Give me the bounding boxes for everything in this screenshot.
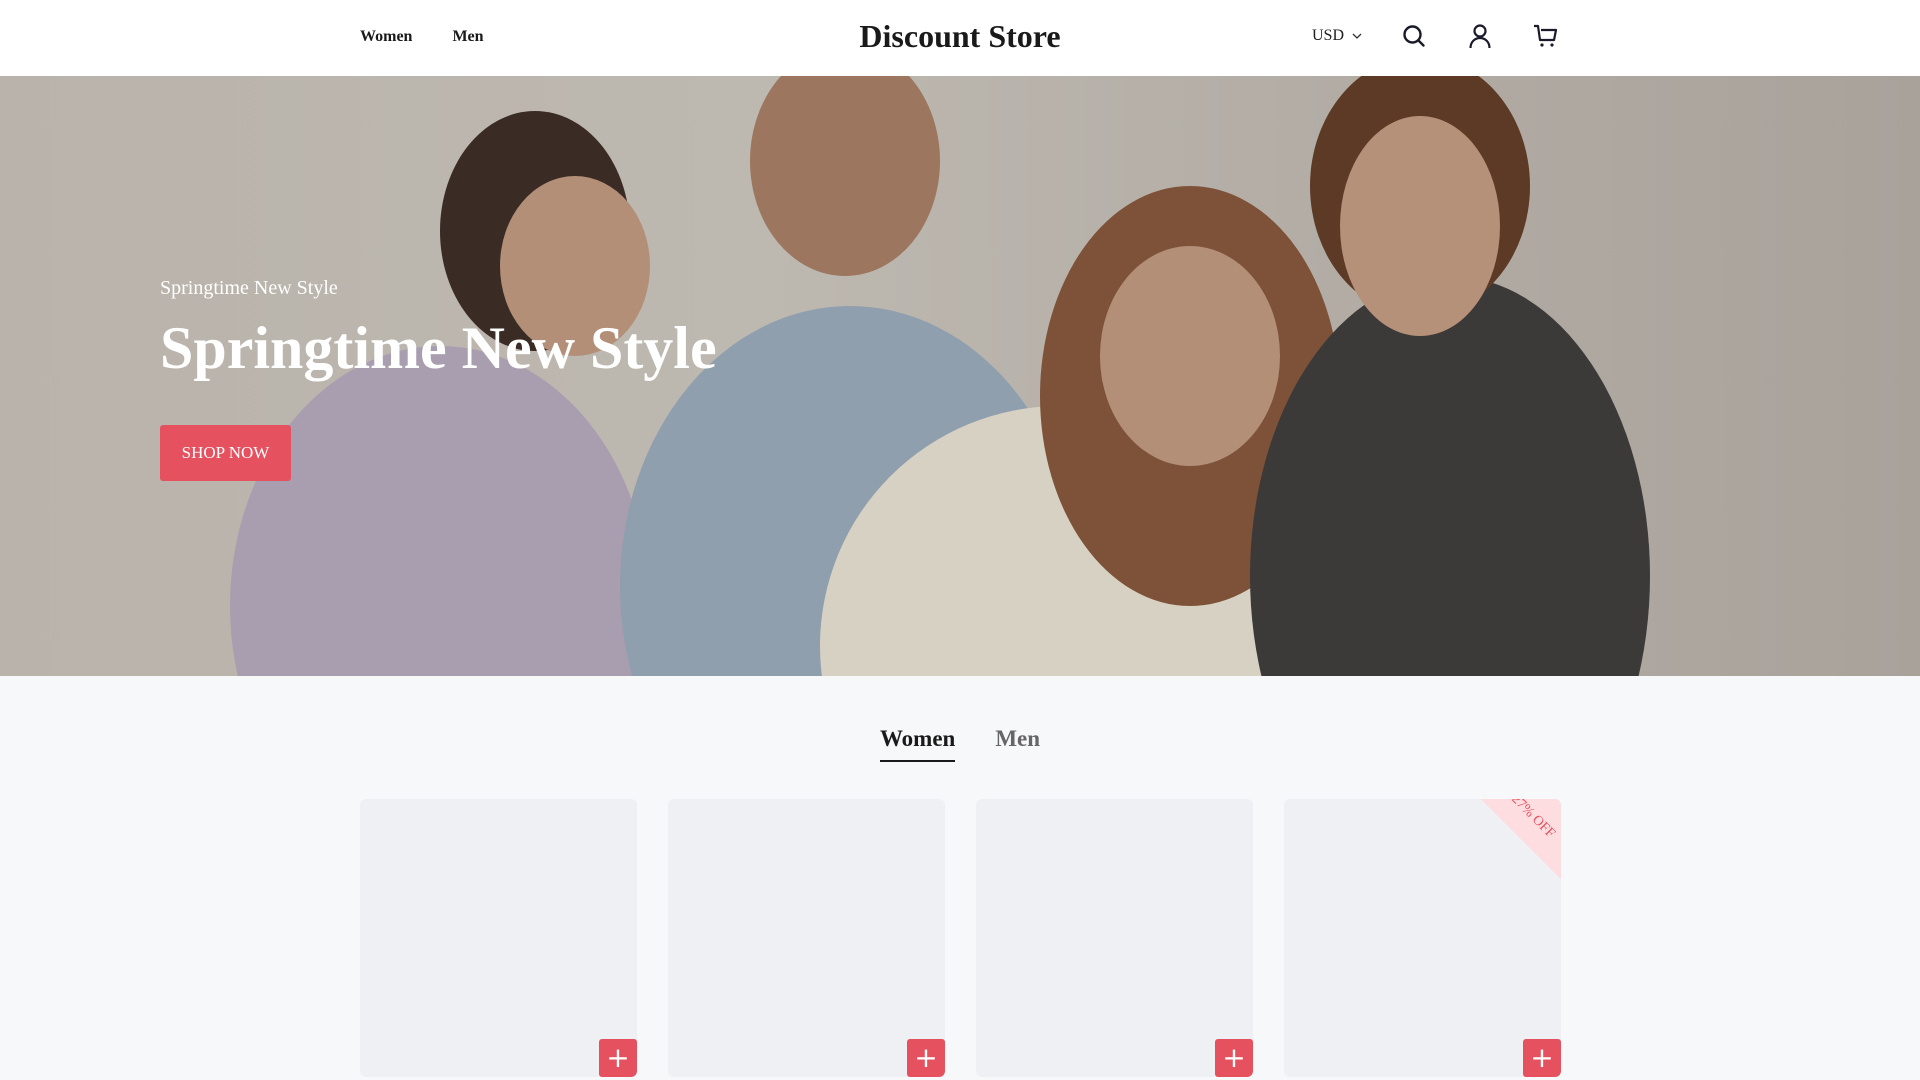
hero-banner: Springtime New Style Springtime New Styl…: [0, 76, 1920, 676]
product-card[interactable]: +: [360, 799, 637, 1077]
tab-women[interactable]: Women: [879, 726, 956, 762]
add-to-cart-button[interactable]: +: [599, 1039, 637, 1077]
header: Women Men Discount Store USD: [0, 0, 1920, 76]
product-card[interactable]: 27% OFF +: [1284, 799, 1561, 1077]
cart-icon[interactable]: [1532, 22, 1560, 50]
user-icon[interactable]: [1466, 22, 1494, 50]
add-to-cart-button[interactable]: +: [1215, 1039, 1253, 1077]
product-card[interactable]: +: [668, 799, 945, 1077]
currency-selector[interactable]: USD: [1312, 27, 1362, 45]
product-grid: + + + 27% OFF +: [360, 799, 1561, 1077]
product-card[interactable]: +: [976, 799, 1253, 1077]
hero-subtitle: Springtime New Style: [160, 277, 338, 299]
search-icon[interactable]: [1400, 22, 1428, 50]
discount-text: 27% OFF: [1508, 799, 1558, 842]
header-tools: USD: [1312, 22, 1560, 50]
add-to-cart-button[interactable]: +: [1523, 1039, 1561, 1077]
chevron-down-icon: [1352, 33, 1362, 39]
discount-badge: 27% OFF: [1481, 799, 1561, 879]
tab-men[interactable]: Men: [995, 726, 1040, 762]
store-title[interactable]: Discount Store: [0, 18, 1920, 55]
currency-label: USD: [1311, 27, 1344, 44]
shop-now-button[interactable]: SHOP NOW: [160, 425, 291, 481]
category-tabs: Women Men: [0, 726, 1920, 762]
add-to-cart-button[interactable]: +: [907, 1039, 945, 1077]
hero-title: Springtime New Style: [160, 315, 717, 381]
